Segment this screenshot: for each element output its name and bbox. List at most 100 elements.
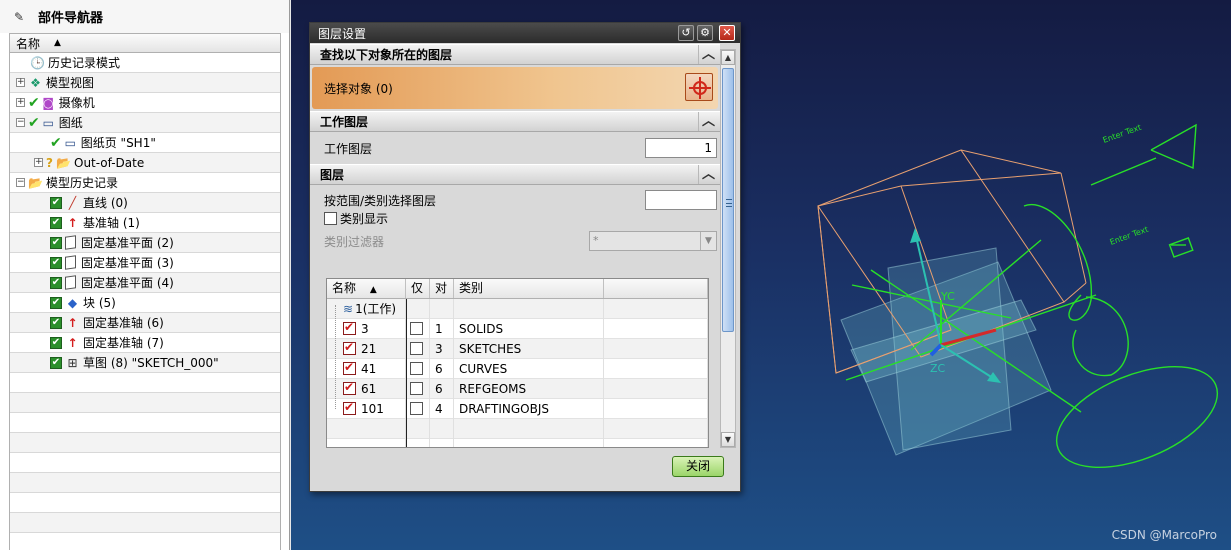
section-layers[interactable]: 图层 ︿ [310,164,720,185]
column-header-category[interactable]: 类别 [454,279,604,298]
scroll-up-icon[interactable]: ▲ [721,50,735,65]
layer-settings-dialog: 图层设置 ↺ ⚙ ✕ 查找以下对象所在的图层 ︿ 选择对象 (0) 工作图层 ︿… [309,22,741,492]
category-display-label: 类别显示 [340,211,389,226]
work-layer-input[interactable]: 1 [645,138,717,158]
layer-object-count: 1 [430,318,454,339]
tree-item-datum-axis-1[interactable]: ✔ ↑ 基准轴 (1) [10,213,280,233]
section-work-layer[interactable]: 工作图层 ︿ [310,111,720,132]
tree-item-datum-axis-7[interactable]: ✔ ↑ 固定基准轴 (7) [10,333,280,353]
tree-empty-row [10,473,280,493]
chevron-down-icon[interactable]: ▼ [700,232,716,250]
tree-item-label: 摄像机 [58,96,95,110]
block-icon: ◆ [67,295,78,310]
tree-item-model-views[interactable]: + ❖ 模型视图 [10,73,280,93]
layer-visible-checkbox[interactable] [343,400,356,415]
tree-item-label: 块 (5) [83,296,116,310]
tree-item-out-of-date[interactable]: + ? 📂 Out-of-Date [10,153,280,173]
category-display-checkbox[interactable] [324,211,337,225]
tree-item-sketch-8[interactable]: ✔ ⊞ 草图 (8) "SKETCH_000" [10,353,280,373]
tree-item-drawings[interactable]: − ✔ ▭ 图纸 [10,113,280,133]
column-header-only[interactable]: 仅 [406,279,430,298]
tree-item-label: 图纸 [58,116,83,130]
tree-item-datum-axis-6[interactable]: ✔ ↑ 固定基准轴 (6) [10,313,280,333]
layer-visible-checkbox[interactable] [343,320,356,335]
expand-icon[interactable]: + [16,98,25,107]
section-title: 查找以下对象所在的图层 [320,48,453,62]
range-select-input[interactable] [645,190,717,210]
tree-item-history-mode[interactable]: 🕒 历史记录模式 [10,53,280,73]
layer-row[interactable]: 61 6 REFGEOMS [327,378,708,399]
dialog-title-bar[interactable]: 图层设置 ↺ ⚙ ✕ [310,23,740,43]
datum-plane-icon [65,235,76,250]
annotation-text: Enter Text [1109,225,1150,247]
visibility-checkbox[interactable]: ✔ [50,356,62,369]
chevron-up-icon[interactable]: ︿ [698,112,718,131]
layer-only-checkbox[interactable] [409,382,423,395]
column-header-name[interactable]: 名称 ▲ [10,34,280,53]
tree-item-line-0[interactable]: ✔ ╱ 直线 (0) [10,193,280,213]
tree-item-label: 固定基准平面 (3) [81,256,174,270]
visibility-checkbox[interactable]: ✔ [50,276,62,289]
expand-icon[interactable]: + [16,78,25,87]
select-object-row[interactable]: 选择对象 (0) [312,67,718,109]
category-display-row[interactable]: 类别显示 [310,209,720,227]
layer-row[interactable]: 21 3 SKETCHES [327,338,708,359]
category-filter-row: 类别过滤器 * ▼ [310,227,720,255]
visibility-checkbox[interactable]: ✔ [50,216,62,229]
visibility-checkbox[interactable]: ✔ [50,236,62,249]
layer-row[interactable]: 3 1 SOLIDS [327,318,708,339]
axis-yc-label: YC [940,290,955,303]
navigator-title: 部件导航器 [38,11,104,26]
layer-row[interactable]: 41 6 CURVES [327,358,708,379]
column-header-blank [604,279,708,298]
category-filter-value: * [593,234,599,247]
expand-icon[interactable]: + [34,158,43,167]
column-header-name[interactable]: 名称 ▲ [327,279,406,298]
layer-row-work[interactable]: ≋ 1(工作) [327,298,708,319]
chevron-up-icon[interactable]: ︿ [698,165,718,184]
layer-only-checkbox[interactable] [409,362,423,375]
layer-only-checkbox[interactable] [409,402,423,415]
layer-only-checkbox[interactable] [409,322,423,335]
scrollbar-thumb[interactable] [722,68,734,332]
layer-visible-checkbox[interactable] [343,340,356,355]
layer-category: REFGEOMS [454,378,604,399]
close-icon[interactable]: ✕ [719,25,735,41]
tree-item-block-5[interactable]: ✔ ◆ 块 (5) [10,293,280,313]
section-find-layers[interactable]: 查找以下对象所在的图层 ︿ [310,44,720,65]
pin-icon[interactable]: ✎ [14,10,28,24]
gear-icon[interactable]: ⚙ [697,25,713,41]
layer-row[interactable]: 101 4 DRAFTINGOBJS [327,398,708,419]
datum-axis-icon: ↑ [67,215,78,230]
collapse-icon[interactable]: − [16,178,25,187]
tree-item-label: 固定基准轴 (6) [83,316,164,330]
tree-item-sheet-sh1[interactable]: ✔ ▭ 图纸页 "SH1" [10,133,280,153]
visibility-checkbox[interactable]: ✔ [50,196,62,209]
category-filter-combo[interactable]: * ▼ [589,231,717,251]
reset-icon[interactable]: ↺ [678,25,694,41]
tree-item-datum-plane-3[interactable]: ✔ 固定基准平面 (3) [10,253,280,273]
sort-ascending-icon: ▲ [369,285,377,295]
dialog-scrollbar[interactable]: ▲ ▼ [720,49,736,448]
collapse-icon[interactable]: − [16,118,25,127]
axis-zc-label: ZC [930,362,946,375]
close-button[interactable]: 关闭 [672,456,724,477]
datum-plane-icon [65,275,76,290]
visibility-checkbox[interactable]: ✔ [50,296,62,309]
visibility-checkbox[interactable]: ✔ [50,316,62,329]
column-header-count[interactable]: 对 [430,279,454,298]
layer-visible-checkbox[interactable] [343,380,356,395]
layer-visible-checkbox[interactable] [343,360,356,375]
tree-item-model-history[interactable]: − 📂 模型历史记录 [10,173,280,193]
visibility-checkbox[interactable]: ✔ [50,256,62,269]
tree-item-datum-plane-4[interactable]: ✔ 固定基准平面 (4) [10,273,280,293]
tree-item-datum-plane-2[interactable]: ✔ 固定基准平面 (2) [10,233,280,253]
tree-item-cameras[interactable]: + ✔ ◙ 摄像机 [10,93,280,113]
visibility-checkbox[interactable]: ✔ [50,336,62,349]
chevron-up-icon[interactable]: ︿ [698,45,718,64]
dialog-title: 图层设置 [318,26,367,41]
range-select-label: 按范围/类别选择图层 [324,193,437,208]
layer-only-checkbox[interactable] [409,342,423,355]
scroll-down-icon[interactable]: ▼ [721,432,735,447]
crosshair-select-icon[interactable] [685,73,713,101]
